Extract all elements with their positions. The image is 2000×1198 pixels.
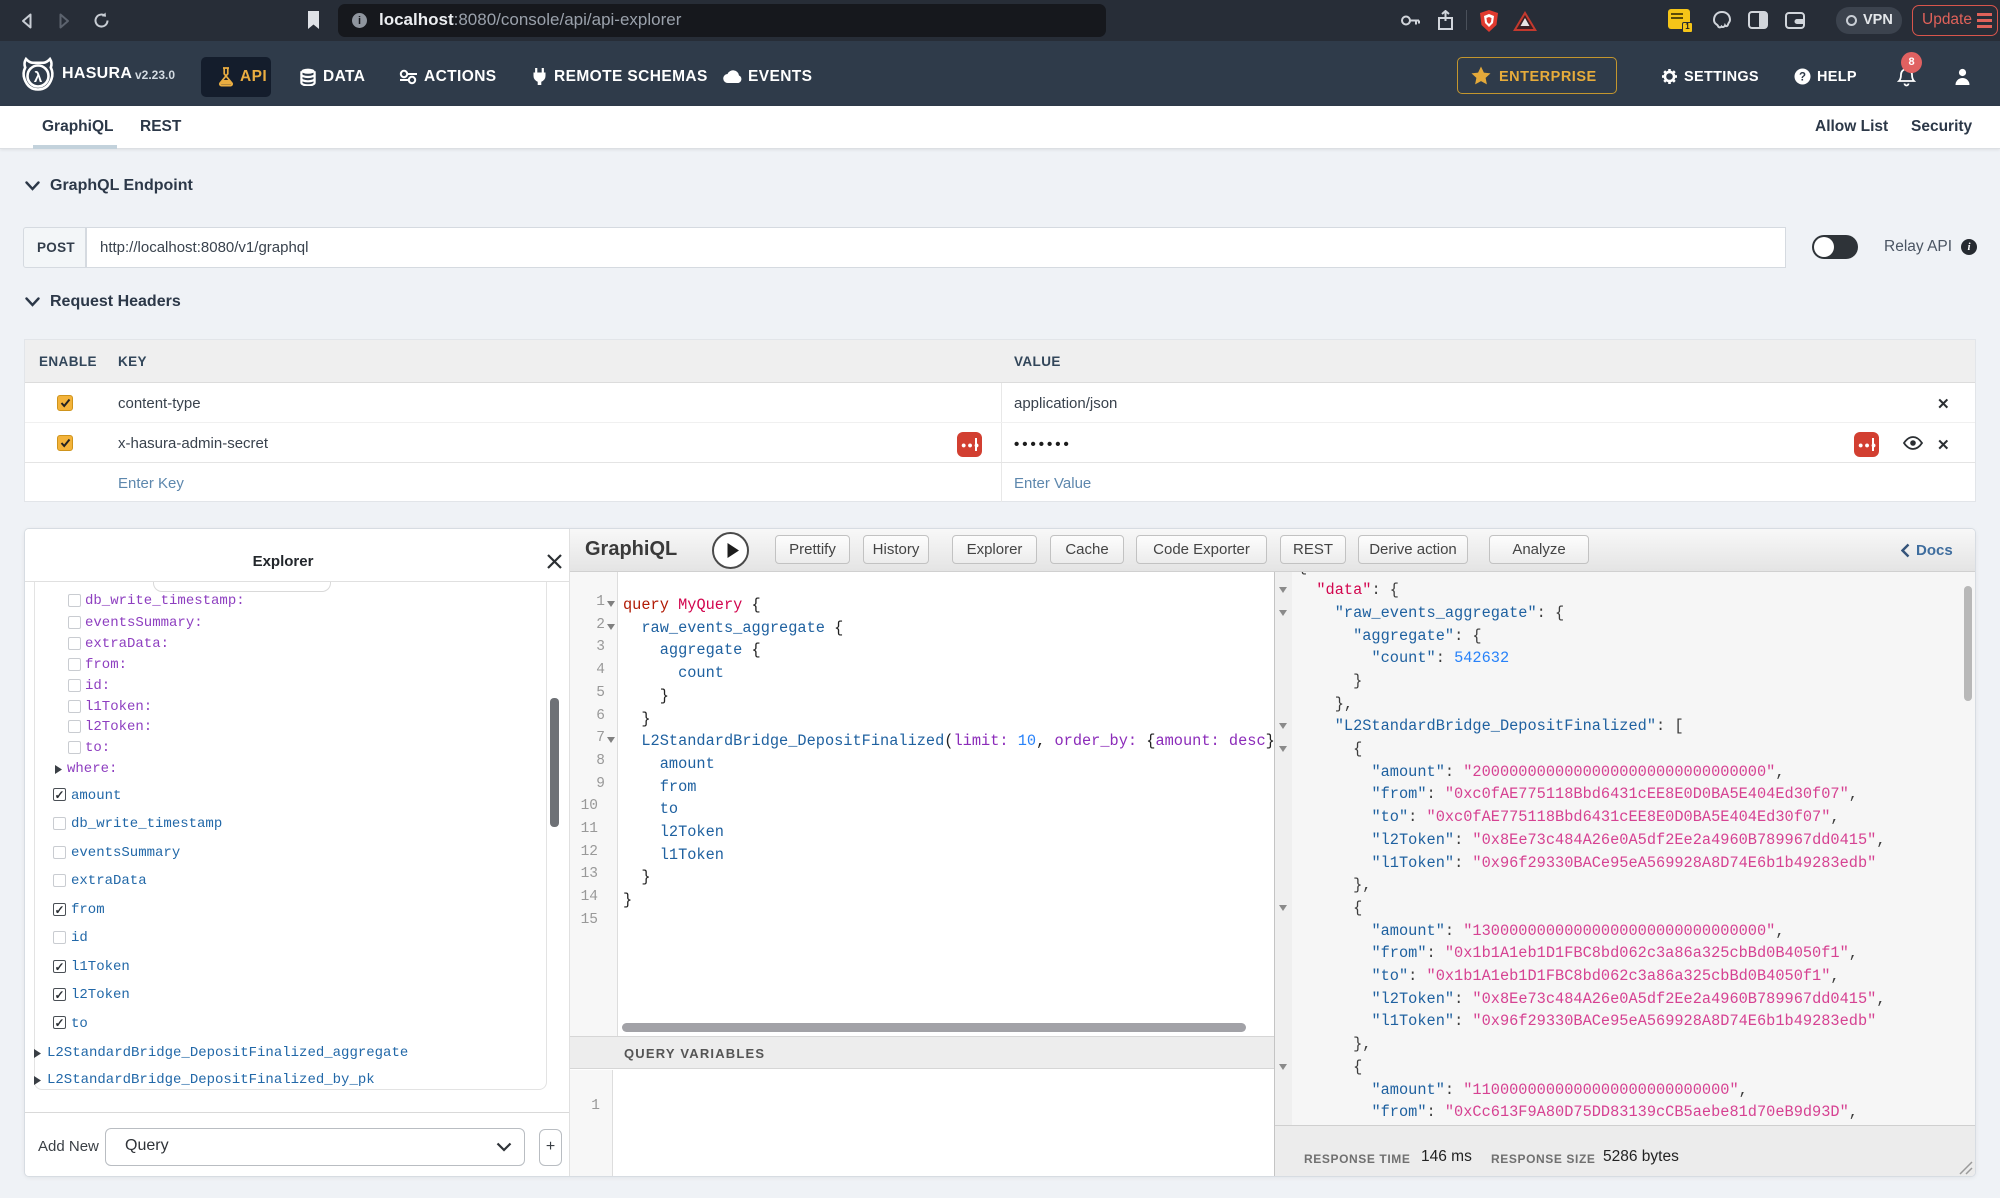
svg-text:?: ? [1799,72,1806,84]
svg-text:λ: λ [34,69,43,86]
